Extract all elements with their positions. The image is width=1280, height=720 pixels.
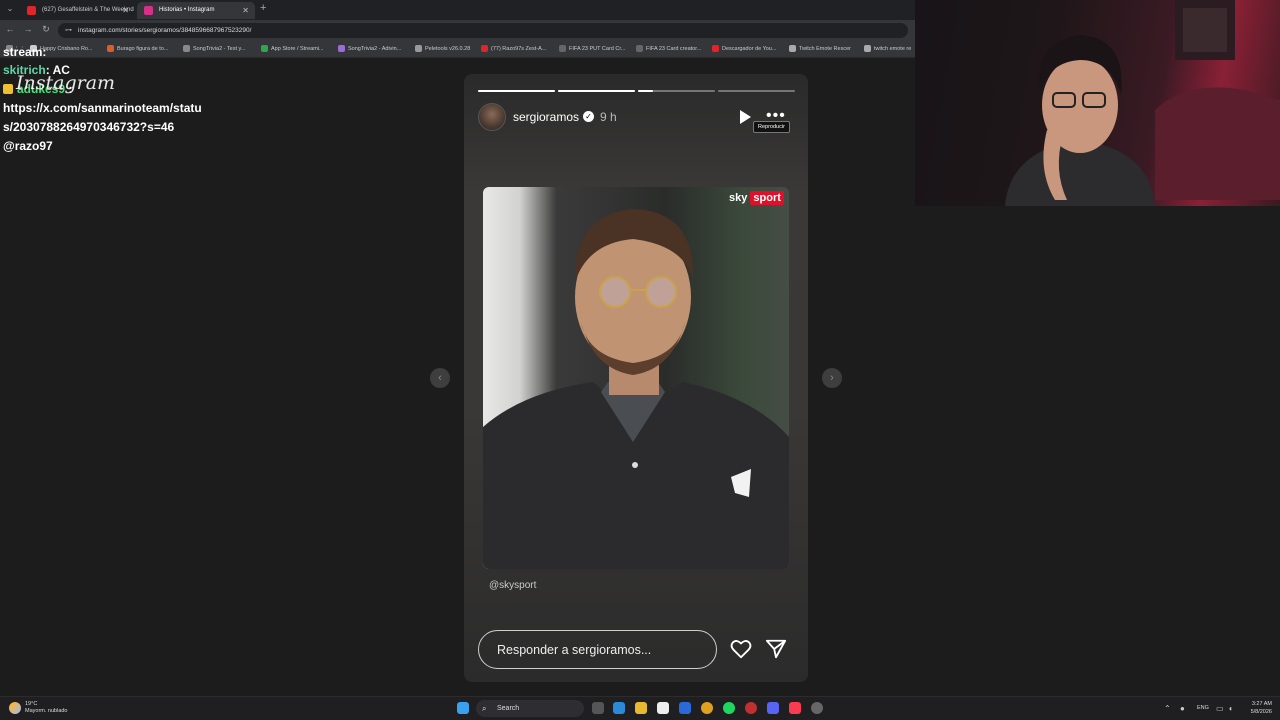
network-icon[interactable]: ▭ bbox=[1216, 704, 1224, 713]
forward-icon[interactable]: → bbox=[22, 24, 34, 34]
bookmark-item[interactable]: twitch emote re bbox=[864, 44, 911, 54]
app-icon[interactable] bbox=[811, 702, 823, 714]
progress-fill bbox=[558, 90, 635, 92]
story-username[interactable]: sergioramos bbox=[513, 110, 579, 124]
tab-instagram[interactable]: Historias • Instagram ✕ bbox=[137, 2, 255, 19]
music-app-icon[interactable] bbox=[789, 702, 801, 714]
tab-youtube[interactable]: (627) Gesaffelstein & The Weeknd ✕ bbox=[20, 2, 135, 19]
taskbar-search[interactable]: ⌕ Search bbox=[476, 700, 584, 717]
story-caption[interactable]: @skysport bbox=[489, 580, 536, 591]
address-bar-row: ← → ↻ ⊶ instagram.com/stories/sergioramo… bbox=[0, 20, 915, 41]
story-progress-bar bbox=[478, 90, 555, 92]
weather-temp: 19°C bbox=[25, 701, 38, 707]
chat-partial-line: stream: bbox=[3, 48, 47, 58]
tab-search-icon[interactable]: ⌄ bbox=[4, 3, 16, 15]
tab-label: (627) Gesaffelstein & The Weeknd bbox=[42, 7, 134, 13]
send-icon[interactable] bbox=[765, 638, 787, 660]
youtube-icon bbox=[27, 6, 36, 15]
person-photo bbox=[483, 209, 789, 569]
subscriber-badge-icon bbox=[3, 84, 13, 94]
bookmark-item[interactable]: Descargador de You... bbox=[712, 44, 776, 54]
story-progress-bar bbox=[558, 90, 635, 92]
next-story-button[interactable]: › bbox=[822, 368, 842, 388]
microphone-icon[interactable]: ● bbox=[1180, 704, 1185, 713]
stream-chat-overlay: stream: skitrich: AC adukes9 : https://x… bbox=[3, 48, 243, 156]
chat-text: https://x.com/sanmarinoteam/statu bbox=[3, 101, 202, 115]
bookmark-item[interactable]: FIFA 23 Card creator... bbox=[636, 44, 701, 54]
weather-desc: Mayorm. nublado bbox=[25, 708, 68, 714]
progress-fill bbox=[638, 90, 654, 92]
previous-story-button[interactable]: ‹ bbox=[430, 368, 450, 388]
volume-icon[interactable]: ◖ bbox=[1228, 704, 1233, 713]
bookmark-item[interactable]: App Store / Streami... bbox=[261, 44, 324, 54]
site-info-icon[interactable]: ⊶ bbox=[65, 23, 72, 38]
start-icon[interactable] bbox=[457, 702, 469, 714]
bookmark-item[interactable]: FIFA 23 PUT Card Cr... bbox=[559, 44, 625, 54]
file-explorer-icon[interactable] bbox=[635, 702, 647, 714]
chevron-up-icon[interactable]: ⌃ bbox=[1164, 704, 1171, 713]
back-icon[interactable]: ← bbox=[4, 24, 16, 34]
search-icon: ⌕ bbox=[482, 704, 487, 713]
store-icon[interactable] bbox=[657, 702, 669, 714]
tooltip: Reproducir bbox=[753, 121, 790, 133]
webcam-feed bbox=[915, 0, 1280, 206]
edge-icon[interactable] bbox=[613, 702, 625, 714]
story-progress-bar bbox=[718, 90, 795, 92]
instagram-icon bbox=[144, 6, 153, 15]
obs-icon[interactable] bbox=[745, 702, 757, 714]
bookmark-item[interactable]: SongTrivia2 - Adivin... bbox=[338, 44, 401, 54]
chat-text: @razo97 bbox=[3, 139, 53, 153]
play-icon[interactable] bbox=[740, 110, 751, 124]
spotify-icon[interactable] bbox=[723, 702, 735, 714]
instagram-logo[interactable]: Instagram bbox=[16, 72, 115, 94]
progress-fill bbox=[478, 90, 555, 92]
bookmark-item[interactable]: Peletools v26.0.28 bbox=[415, 44, 470, 54]
new-tab-button[interactable]: + bbox=[260, 2, 266, 14]
clock-time: 3:27 AM bbox=[1251, 701, 1272, 707]
tab-label: Historias • Instagram bbox=[159, 7, 215, 13]
system-clock[interactable]: 3:27 AM 5/8/2026 bbox=[1238, 700, 1272, 716]
streamer-video bbox=[1005, 0, 1280, 206]
search-label: Search bbox=[497, 705, 520, 712]
bookmark-item[interactable]: (77) Razo97s Zest-A... bbox=[481, 44, 546, 54]
sky-sport-logo: sky sport bbox=[729, 191, 784, 205]
avatar[interactable] bbox=[478, 103, 506, 131]
mail-icon[interactable] bbox=[679, 702, 691, 714]
task-view-icon[interactable] bbox=[592, 702, 604, 714]
discord-icon[interactable] bbox=[767, 702, 779, 714]
close-tab-icon[interactable]: ✕ bbox=[242, 2, 249, 19]
chrome-icon[interactable] bbox=[701, 702, 713, 714]
language-indicator[interactable]: ENG bbox=[1197, 705, 1209, 711]
verified-icon: ✓ bbox=[583, 111, 594, 122]
windows-taskbar: 19°C Mayorm. nublado ⌕ Search ⌃ ● ENG ▭ … bbox=[0, 696, 1280, 720]
bookmark-item[interactable]: Twitch Emote Rescer bbox=[789, 44, 851, 54]
brand-text: sport bbox=[750, 191, 784, 205]
chat-text: s/2030788264970346732?s=46 bbox=[3, 120, 175, 134]
story-progress-bar bbox=[638, 90, 715, 92]
reload-icon[interactable]: ↻ bbox=[40, 24, 52, 35]
story-photo[interactable]: sky sport bbox=[483, 187, 789, 569]
story-viewer: sergioramos ✓ 9 h ••• Reproducir sky spo… bbox=[464, 74, 808, 682]
reply-input[interactable]: Responder a sergioramos... bbox=[478, 630, 717, 669]
weather-widget[interactable]: 19°C Mayorm. nublado bbox=[25, 701, 68, 715]
brand-text: sky bbox=[729, 192, 748, 204]
browser-tab-bar: ⌄ (627) Gesaffelstein & The Weeknd ✕ His… bbox=[0, 0, 915, 20]
close-tab-icon[interactable]: ✕ bbox=[122, 2, 129, 19]
weather-icon[interactable] bbox=[9, 702, 21, 714]
url-text: instagram.com/stories/sergioramos/384859… bbox=[78, 27, 252, 34]
heart-icon[interactable] bbox=[730, 638, 752, 660]
story-time: 9 h bbox=[600, 110, 617, 124]
url-input[interactable]: ⊶ instagram.com/stories/sergioramos/3848… bbox=[58, 23, 908, 38]
clock-date: 5/8/2026 bbox=[1250, 709, 1272, 715]
